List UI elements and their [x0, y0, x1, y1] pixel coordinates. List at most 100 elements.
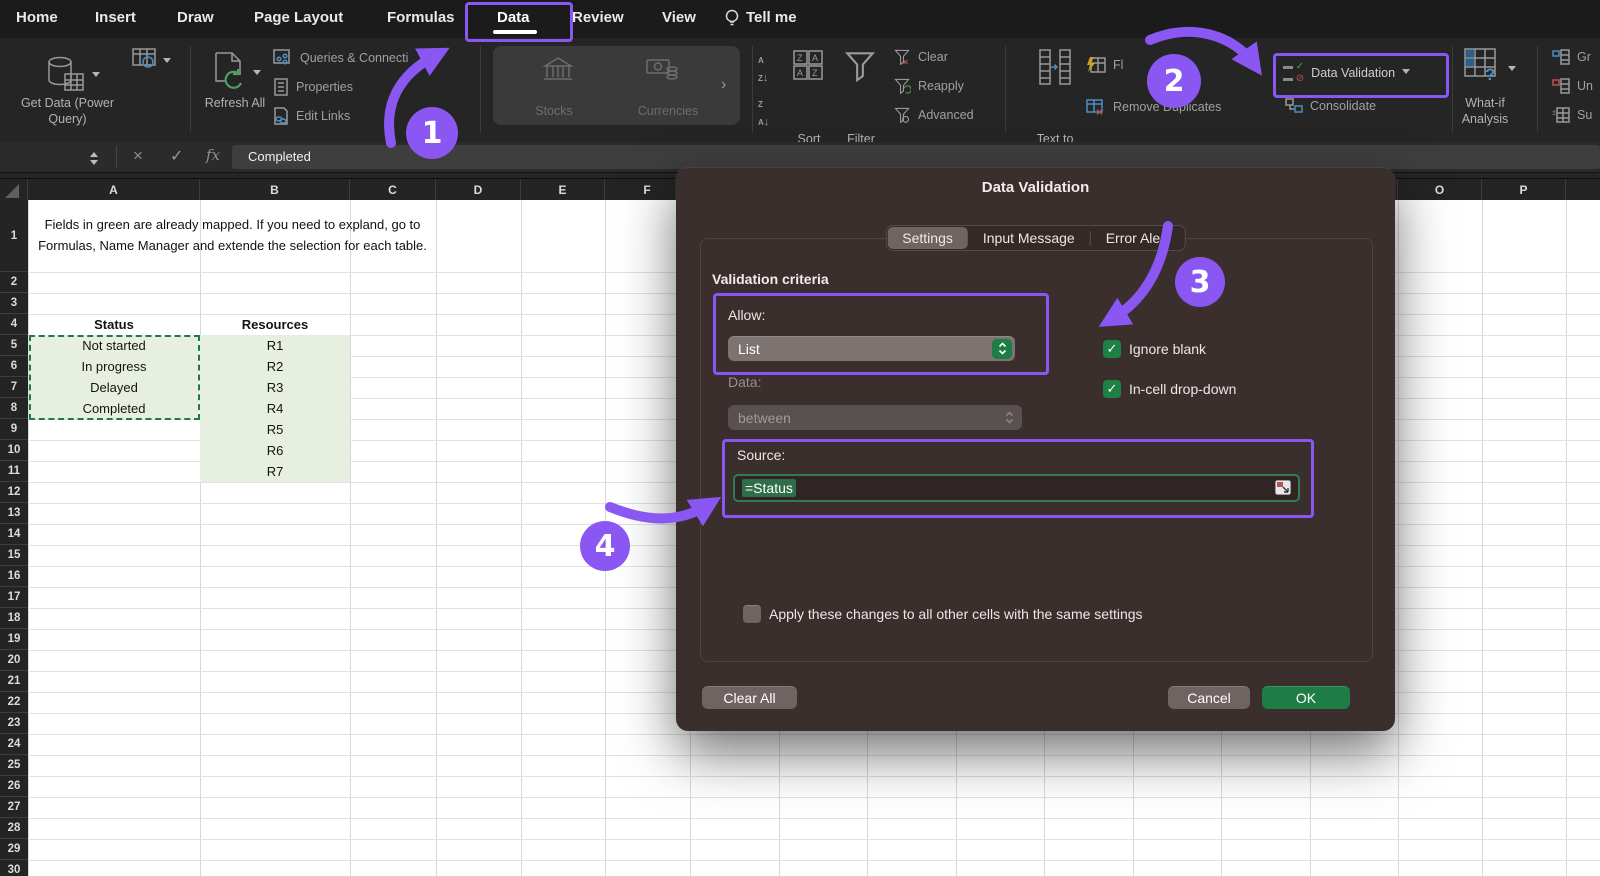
allow-dropdown[interactable]: List — [728, 336, 1015, 361]
row-header-30[interactable]: 30 — [0, 860, 28, 876]
properties-button[interactable]: Properties — [273, 78, 353, 96]
refresh-all-button[interactable] — [212, 51, 248, 96]
ignore-blank-checkbox[interactable]: ✓ Ignore blank — [1103, 340, 1206, 358]
tab-input-message[interactable]: Input Message — [968, 227, 1090, 249]
advanced-filter-button[interactable]: Advanced — [893, 107, 974, 123]
cell-resources-header[interactable]: Resources — [200, 314, 350, 335]
ok-button[interactable]: OK — [1262, 686, 1350, 709]
column-header-P[interactable]: P — [1482, 179, 1566, 201]
row-header-20[interactable]: 20 — [0, 650, 28, 671]
row-header-16[interactable]: 16 — [0, 566, 28, 587]
row-header-12[interactable]: 12 — [0, 482, 28, 503]
menu-item-insert[interactable]: Insert — [95, 9, 136, 26]
gallery-more-icon[interactable]: › — [721, 76, 726, 94]
column-header-D[interactable]: D — [436, 179, 521, 201]
source-input[interactable]: =Status — [733, 474, 1300, 502]
sort-button[interactable]: ZAAZ — [792, 49, 826, 90]
queries-connections-button[interactable]: Queries & Connecti — [273, 49, 408, 67]
cell-resource-5[interactable]: R1 — [200, 335, 350, 356]
cell-resource-11[interactable]: R7 — [200, 461, 350, 482]
row-header-26[interactable]: 26 — [0, 776, 28, 797]
existing-table-button[interactable] — [132, 48, 158, 75]
menu-item-view[interactable]: View — [662, 9, 696, 26]
cell-resource-8[interactable]: R4 — [200, 398, 350, 419]
cell-status-7[interactable]: Delayed — [28, 377, 200, 398]
cell-resource-7[interactable]: R3 — [200, 377, 350, 398]
edit-links-button[interactable]: Edit Links — [273, 107, 350, 125]
column-header-O[interactable]: O — [1398, 179, 1482, 201]
row-header-9[interactable]: 9 — [0, 419, 28, 440]
column-header-A[interactable]: A — [28, 179, 200, 201]
data-validation-button[interactable]: ▬ ✓ ▬ ⊘ Data Validation — [1283, 62, 1410, 84]
cell-resource-9[interactable]: R5 — [200, 419, 350, 440]
cell-resource-6[interactable]: R2 — [200, 356, 350, 377]
row-header-19[interactable]: 19 — [0, 629, 28, 650]
column-header-C[interactable]: C — [350, 179, 436, 201]
row-header-6[interactable]: 6 — [0, 356, 28, 377]
menu-item-formulas[interactable]: Formulas — [387, 9, 455, 26]
row-header-21[interactable]: 21 — [0, 671, 28, 692]
range-selector-icon[interactable] — [1275, 480, 1291, 498]
column-header-E[interactable]: E — [521, 179, 605, 201]
filter-button[interactable] — [843, 49, 877, 88]
row-header-23[interactable]: 23 — [0, 713, 28, 734]
consolidate-button[interactable]: Consolidate — [1285, 98, 1376, 114]
row-header-10[interactable]: 10 — [0, 440, 28, 461]
menu-item-home[interactable]: Home — [16, 9, 58, 26]
group-button[interactable]: Gr — [1552, 49, 1591, 65]
in-cell-dropdown-checkbox[interactable]: ✓ In-cell drop-down — [1103, 380, 1236, 398]
row-header-7[interactable]: 7 — [0, 377, 28, 398]
flash-fill-button[interactable]: Fl — [1086, 56, 1123, 74]
get-data-button[interactable] — [45, 54, 87, 101]
menu-item-draw[interactable]: Draw — [177, 9, 214, 26]
function-icon[interactable]: fx — [206, 146, 220, 164]
sort-az-button[interactable]: AZ↓ — [758, 50, 768, 86]
apply-all-checkbox[interactable]: ✓ Apply these changes to all other cells… — [743, 605, 1143, 623]
clear-all-button[interactable]: Clear All — [702, 686, 797, 709]
row-header-18[interactable]: 18 — [0, 608, 28, 629]
row-header-28[interactable]: 28 — [0, 818, 28, 839]
row-header-1[interactable]: 1 — [0, 200, 28, 272]
row-header-24[interactable]: 24 — [0, 734, 28, 755]
cell-status-5[interactable]: Not started — [28, 335, 200, 356]
note-cell[interactable]: Fields in green are already mapped. If y… — [30, 201, 435, 271]
name-box[interactable] — [0, 142, 85, 172]
row-header-3[interactable]: 3 — [0, 293, 28, 314]
confirm-entry-icon[interactable]: ✓ — [170, 146, 183, 166]
cell-status-8[interactable]: Completed — [28, 398, 200, 419]
sort-za-button[interactable]: ZA↓ — [758, 94, 769, 130]
tab-error-alert[interactable]: Error Alert — [1091, 227, 1184, 249]
ungroup-button[interactable]: Un — [1552, 78, 1593, 94]
row-header-17[interactable]: 17 — [0, 587, 28, 608]
cancel-button[interactable]: Cancel — [1168, 686, 1250, 709]
cell-status-6[interactable]: In progress — [28, 356, 200, 377]
select-all-corner[interactable] — [0, 179, 28, 201]
menu-item-data[interactable]: Data — [497, 9, 530, 26]
row-header-4[interactable]: 4 — [0, 314, 28, 335]
row-header-27[interactable]: 27 — [0, 797, 28, 818]
row-header-29[interactable]: 29 — [0, 839, 28, 860]
row-header-5[interactable]: 5 — [0, 335, 28, 356]
what-if-analysis-button[interactable]: ? — [1463, 47, 1503, 88]
data-types-gallery[interactable]: Stocks Currencies › — [493, 46, 740, 125]
text-to-columns-button[interactable] — [1038, 48, 1072, 91]
name-box-spinner[interactable] — [90, 148, 98, 169]
remove-duplicates-button[interactable]: × Remove Duplicates — [1086, 98, 1221, 116]
cancel-entry-icon[interactable]: × — [133, 146, 143, 166]
row-header-11[interactable]: 11 — [0, 461, 28, 482]
cell-resource-10[interactable]: R6 — [200, 440, 350, 461]
tab-settings[interactable]: Settings — [887, 227, 968, 249]
row-header-25[interactable]: 25 — [0, 755, 28, 776]
cell-status-header[interactable]: Status — [28, 314, 200, 335]
menu-item-page-layout[interactable]: Page Layout — [254, 9, 343, 26]
menu-item-review[interactable]: Review — [572, 9, 624, 26]
row-header-2[interactable]: 2 — [0, 272, 28, 293]
menu-item-tell-me[interactable]: Tell me — [746, 9, 797, 26]
reapply-button[interactable]: Reapply — [893, 78, 964, 94]
row-header-14[interactable]: 14 — [0, 524, 28, 545]
row-header-8[interactable]: 8 — [0, 398, 28, 419]
subtotal-button[interactable]: ± Su — [1552, 107, 1592, 123]
row-header-13[interactable]: 13 — [0, 503, 28, 524]
clear-filter-button[interactable]: × Clear — [893, 49, 948, 65]
row-header-22[interactable]: 22 — [0, 692, 28, 713]
